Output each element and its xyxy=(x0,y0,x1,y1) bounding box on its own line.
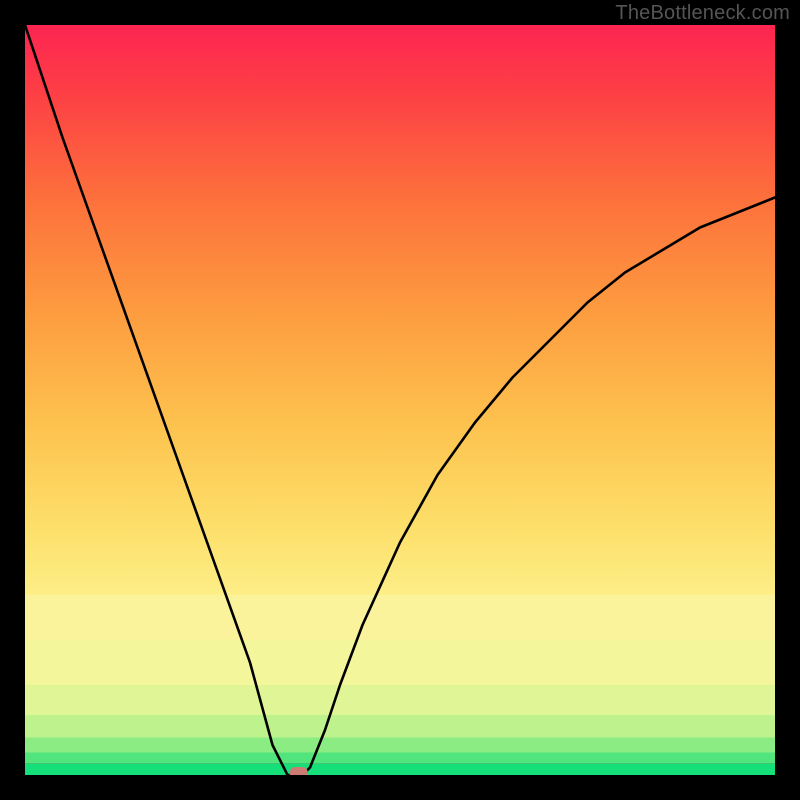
background-bands xyxy=(25,25,775,775)
minimum-marker xyxy=(290,767,308,775)
chart-svg xyxy=(25,25,775,775)
attribution-text: TheBottleneck.com xyxy=(615,2,790,25)
plot-area xyxy=(25,25,775,775)
chart-frame: TheBottleneck.com xyxy=(0,0,800,800)
